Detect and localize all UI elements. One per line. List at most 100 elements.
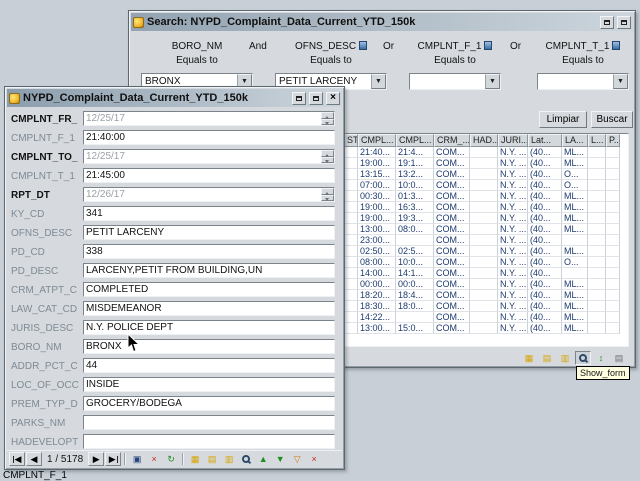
column-header[interactable]: JURI...: [498, 134, 528, 147]
datasheet-view-icon[interactable]: ▦: [521, 351, 537, 365]
joiner-or-2[interactable]: Or: [510, 41, 521, 52]
field-input[interactable]: 12/25/17: [83, 149, 335, 164]
spinner-icon[interactable]: [321, 150, 334, 163]
close-icon[interactable]: ×: [326, 92, 340, 105]
maximize-button[interactable]: [617, 16, 631, 29]
joiner-and[interactable]: And: [249, 41, 267, 52]
table-row[interactable]: 18:20...18:4...COM...N.Y. ...(40...ML...: [344, 290, 620, 301]
delete-record-icon[interactable]: ×: [306, 452, 322, 466]
table-row[interactable]: 14:00...14:1...COM...N.Y. ...(40...: [344, 268, 620, 279]
field-input[interactable]: 338: [83, 244, 335, 259]
table-row[interactable]: 02:50...02:5...COM...N.Y. ...(40...ML...: [344, 246, 620, 257]
field-value: LARCENY,PETIT FROM BUILDING,UN: [86, 265, 262, 276]
clear-button[interactable]: Limpiar: [539, 111, 587, 128]
find-icon[interactable]: [238, 452, 254, 466]
export-icon[interactable]: ▤: [611, 351, 627, 365]
field-input[interactable]: INSIDE: [83, 377, 335, 392]
field-input[interactable]: 12/25/17: [83, 111, 335, 126]
filter-icon[interactable]: ▽: [289, 452, 305, 466]
field-input[interactable]: PETIT LARCENY: [83, 225, 335, 240]
field-input[interactable]: 44: [83, 358, 335, 373]
sql-view-icon[interactable]: ▥: [221, 452, 237, 466]
field-input[interactable]: 341: [83, 206, 335, 221]
chevron-down-icon[interactable]: ▼: [485, 74, 500, 89]
table-row[interactable]: 00:30...01:3...COM...N.Y. ...(40...ML...: [344, 191, 620, 202]
table-row[interactable]: 07:00...10:0...COM...N.Y. ...(40...O...: [344, 180, 620, 191]
table-row[interactable]: 13:15...13:2...COM...N.Y. ...(40...O...: [344, 169, 620, 180]
save-record-icon[interactable]: ▣: [129, 452, 145, 466]
field-input[interactable]: 21:45:00: [83, 168, 335, 183]
form-window-titlebar[interactable]: NYPD_Complaint_Data_Current_YTD_150k ×: [7, 89, 342, 107]
field-input[interactable]: LARCENY,PETIT FROM BUILDING,UN: [83, 263, 335, 278]
refresh-results-icon[interactable]: ↕: [593, 351, 609, 365]
field-options-icon[interactable]: [612, 41, 620, 50]
field-input[interactable]: GROCERY/BODEGA: [83, 396, 335, 411]
criterion-condition[interactable]: Equals to: [141, 55, 253, 66]
field-input[interactable]: 12/26/17: [83, 187, 335, 202]
cmplnt-t-combo[interactable]: ▼: [537, 73, 629, 90]
field-options-icon[interactable]: [359, 41, 367, 50]
table-row[interactable]: 13:00...15:0...COM...N.Y. ...(40...ML...: [344, 323, 620, 334]
criterion-condition[interactable]: Equals to: [537, 55, 629, 66]
chevron-down-icon[interactable]: ▼: [371, 74, 386, 89]
criterion-condition[interactable]: Equals to: [409, 55, 501, 66]
column-header[interactable]: L...: [588, 134, 606, 147]
table-cell: [344, 290, 358, 301]
column-header[interactable]: LA...: [562, 134, 588, 147]
field-input[interactable]: BRONX: [83, 339, 335, 354]
search-window-titlebar[interactable]: Search: NYPD_Complaint_Data_Current_YTD_…: [131, 13, 633, 31]
table-row[interactable]: 00:00...00:0...COM...N.Y. ...(40...ML...: [344, 279, 620, 290]
go-first-button[interactable]: ◀: [9, 452, 25, 466]
table-row[interactable]: 19:00...16:3...COM...N.Y. ...(40...ML...: [344, 202, 620, 213]
table-row[interactable]: 14:22...COM...N.Y. ...(40...ML...: [344, 312, 620, 323]
field-label: CMPLNT_FR_: [11, 114, 77, 125]
field-input[interactable]: COMPLETED: [83, 282, 335, 297]
go-last-button[interactable]: ▶: [105, 452, 121, 466]
table-row[interactable]: 21:40...21:4...COM...N.Y. ...(40...ML...: [344, 147, 620, 158]
table-cell: [588, 213, 606, 224]
sort-descending-icon[interactable]: ▼: [272, 452, 288, 466]
table-view-icon[interactable]: ▦: [187, 452, 203, 466]
field-options-icon[interactable]: [484, 41, 492, 50]
criterion-condition[interactable]: Equals to: [275, 55, 387, 66]
spinner-icon[interactable]: [321, 188, 334, 201]
refresh-icon[interactable]: ↻: [163, 452, 179, 466]
table-row[interactable]: 13:00...08:0...COM...N.Y. ...(40...ML...: [344, 224, 620, 235]
spinner-icon[interactable]: [321, 112, 334, 125]
table-row[interactable]: 08:00...10:0...COM...N.Y. ...(40...O...: [344, 257, 620, 268]
go-next-button[interactable]: ▶: [88, 452, 104, 466]
table-row[interactable]: 19:00...19:1...COM...N.Y. ...(40...ML...: [344, 158, 620, 169]
field-input[interactable]: 21:40:00: [83, 130, 335, 145]
chevron-down-icon[interactable]: ▼: [613, 74, 628, 89]
field-input[interactable]: [83, 415, 335, 430]
query-view-icon[interactable]: ▤: [204, 452, 220, 466]
search-button[interactable]: Buscar: [591, 111, 633, 128]
field-input[interactable]: [83, 434, 335, 449]
table-row[interactable]: 18:30...18:0...COM...N.Y. ...(40...ML...: [344, 301, 620, 312]
column-header[interactable]: CMPL...: [358, 134, 396, 147]
column-header[interactable]: P...: [606, 134, 620, 147]
field-input[interactable]: MISDEMEANOR: [83, 301, 335, 316]
table-cell: N.Y. ...: [498, 213, 528, 224]
column-header[interactable]: HAD...: [470, 134, 498, 147]
column-header[interactable]: Lat...: [528, 134, 562, 147]
restore-button[interactable]: [600, 16, 614, 29]
show-form-icon[interactable]: [575, 351, 591, 365]
design-view-icon[interactable]: ▤: [539, 351, 555, 365]
restore-button[interactable]: [292, 92, 306, 105]
column-header[interactable]: ST: [344, 134, 358, 147]
cmplnt-f-combo[interactable]: ▼: [409, 73, 501, 90]
joiner-or-1[interactable]: Or: [383, 41, 394, 52]
go-previous-button[interactable]: ◀: [26, 452, 42, 466]
table-row[interactable]: 23:00...COM...N.Y. ...(40...: [344, 235, 620, 246]
column-header[interactable]: CRM_...: [434, 134, 470, 147]
sort-ascending-icon[interactable]: ▲: [255, 452, 271, 466]
field-input[interactable]: N.Y. POLICE DEPT: [83, 320, 335, 335]
cancel-changes-icon[interactable]: ×: [146, 452, 162, 466]
table-cell: [588, 301, 606, 312]
table-cell: N.Y. ...: [498, 279, 528, 290]
table-row[interactable]: 19:00...19:3...COM...N.Y. ...(40...ML...: [344, 213, 620, 224]
maximize-button[interactable]: [309, 92, 323, 105]
new-record-icon[interactable]: ▥: [557, 351, 573, 365]
column-header[interactable]: CMPL...: [396, 134, 434, 147]
